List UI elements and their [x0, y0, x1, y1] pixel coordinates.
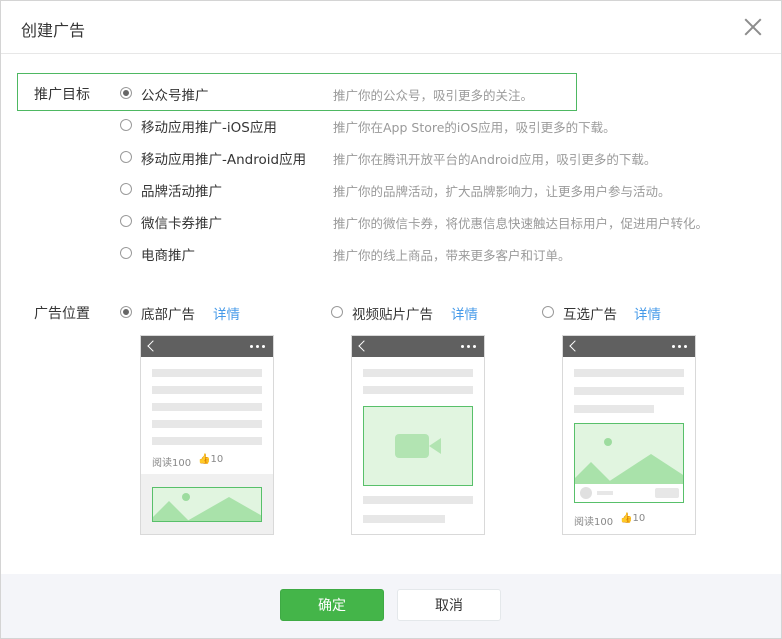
text-placeholder: [152, 420, 262, 428]
objective-option-label[interactable]: 品牌活动推广: [141, 180, 222, 200]
objective-option-desc: 推广你的微信卡券，将优惠信息快速触达目标用户，促进用户转化。: [333, 216, 709, 231]
mutual-ad-preview: 阅读100 👍10: [562, 335, 696, 535]
placement-video-details-link[interactable]: 详情: [451, 303, 478, 323]
confirm-button[interactable]: 确定: [280, 589, 384, 621]
placement-video-label[interactable]: 视频贴片广告: [352, 303, 433, 323]
mountain-shape: [187, 497, 261, 521]
mountain-shape: [605, 454, 683, 484]
text-placeholder: [574, 405, 654, 413]
create-ad-dialog: 创建广告 推广目标 公众号推广 推广你的公众号，吸引更多的关注。 移动应用推广-…: [0, 0, 782, 639]
text-placeholder: [363, 515, 445, 523]
back-icon: [569, 340, 581, 352]
placement-label: 广告位置: [34, 306, 90, 322]
preview-top-bar: [141, 336, 273, 357]
video-placeholder: [363, 406, 473, 486]
text-placeholder: [363, 369, 473, 377]
placement-bottom-label[interactable]: 底部广告: [141, 303, 195, 323]
text-placeholder: [363, 496, 473, 504]
placement-radio-mutual[interactable]: [542, 306, 554, 318]
objective-option-desc: 推广你的品牌活动，扩大品牌影响力，让更多用户参与活动。: [333, 184, 671, 199]
close-icon[interactable]: [743, 17, 763, 37]
thumb-up-icon: 👍: [620, 513, 633, 524]
like-count: 👍10: [198, 454, 223, 465]
text-placeholder: [152, 386, 262, 394]
objective-option-label[interactable]: 电商推广: [141, 244, 195, 264]
text-placeholder: [597, 491, 613, 495]
dialog-title: 创建广告: [21, 21, 86, 40]
objective-radio-2[interactable]: [120, 151, 132, 163]
placement-mutual-details-link[interactable]: 详情: [634, 303, 661, 323]
placement-mutual-label[interactable]: 互选广告: [563, 303, 617, 323]
text-placeholder: [574, 369, 684, 377]
thumb-up-icon: 👍: [198, 454, 211, 465]
like-count: 👍10: [620, 513, 645, 524]
image-placeholder-icon: [152, 487, 262, 522]
more-icon: [684, 345, 687, 348]
more-icon: [262, 345, 265, 348]
objective-option-label[interactable]: 移动应用推广-Android应用: [141, 148, 306, 168]
objective-radio-0[interactable]: [120, 87, 132, 99]
objective-radio-5[interactable]: [120, 247, 132, 259]
preview-top-bar: [352, 336, 484, 357]
objective-option-label[interactable]: 公众号推广: [141, 84, 209, 104]
preview-top-bar: [563, 336, 695, 357]
dialog-header: 创建广告: [1, 1, 781, 54]
objective-label: 推广目标: [34, 87, 90, 103]
placement-radio-bottom[interactable]: [120, 306, 132, 318]
text-placeholder: [152, 369, 262, 377]
like-value: 10: [210, 454, 224, 465]
objective-option-label[interactable]: 移动应用推广-iOS应用: [141, 116, 277, 136]
read-count: 阅读100: [152, 458, 192, 469]
image-placeholder-icon: [575, 424, 683, 484]
button-placeholder: [655, 488, 679, 498]
text-placeholder: [152, 437, 262, 445]
objective-option-label[interactable]: 微信卡券推广: [141, 212, 222, 232]
mountain-shape: [153, 501, 189, 521]
objective-radio-1[interactable]: [120, 119, 132, 131]
bottom-ad-area: [141, 474, 273, 534]
avatar: [580, 487, 592, 499]
cancel-button[interactable]: 取消: [397, 589, 501, 621]
like-value: 10: [632, 513, 646, 524]
placement-radio-video[interactable]: [331, 306, 343, 318]
back-icon: [147, 340, 159, 352]
text-placeholder: [574, 387, 684, 395]
dialog-footer: 确定 取消: [1, 574, 781, 638]
image-ad-card: [574, 423, 684, 503]
objective-option-desc: 推广你的线上商品，带来更多客户和订单。: [333, 248, 571, 263]
read-count: 阅读100: [574, 517, 614, 528]
objective-radio-3[interactable]: [120, 183, 132, 195]
placement-bottom-details-link[interactable]: 详情: [213, 303, 240, 323]
objective-option-desc: 推广你在腾讯开放平台的Android应用，吸引更多的下载。: [333, 152, 657, 167]
text-placeholder: [363, 386, 473, 394]
bottom-ad-preview: 阅读100 👍10: [140, 335, 274, 535]
video-ad-preview: [351, 335, 485, 535]
more-icon: [473, 345, 476, 348]
objective-option-desc: 推广你的公众号，吸引更多的关注。: [333, 88, 534, 103]
sun-shape: [604, 438, 612, 446]
objective-option-desc: 推广你在App Store的iOS应用，吸引更多的下载。: [333, 120, 616, 135]
text-placeholder: [152, 403, 262, 411]
back-icon: [358, 340, 370, 352]
objective-radio-4[interactable]: [120, 215, 132, 227]
